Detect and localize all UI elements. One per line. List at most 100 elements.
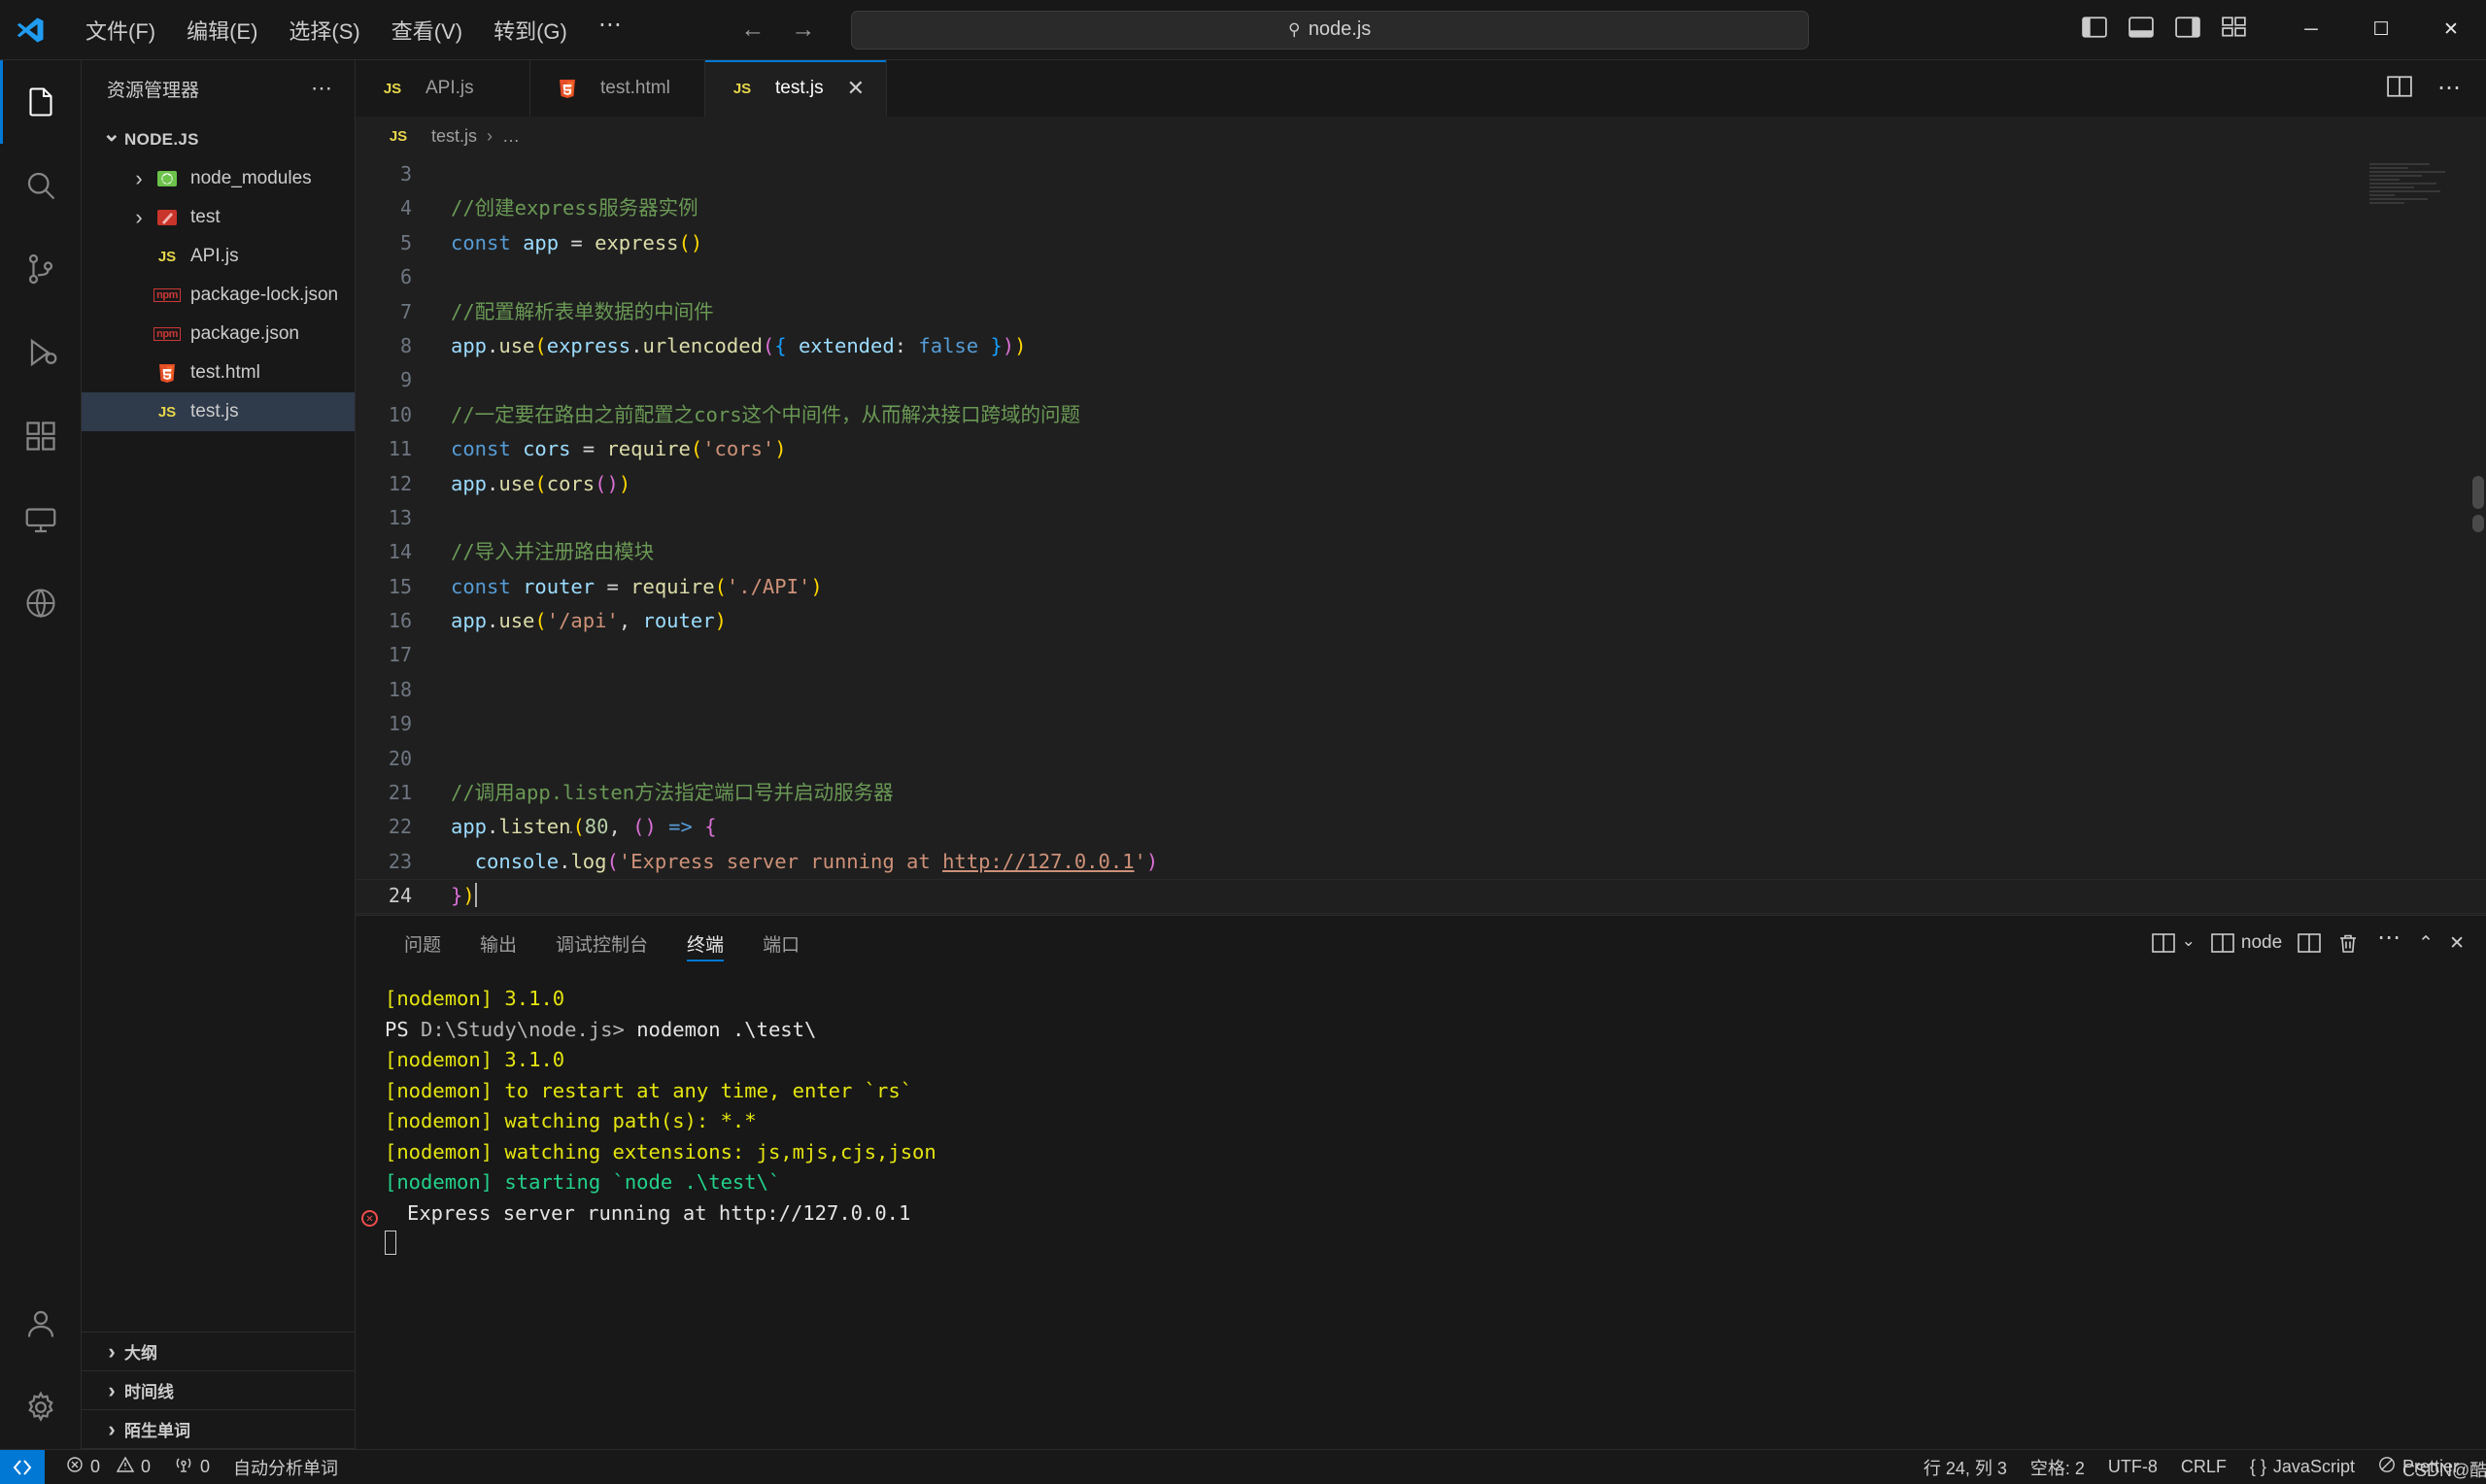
panel-maximize-icon[interactable]: ⌃	[2418, 932, 2434, 955]
panel-tab-problems[interactable]: 问题	[385, 916, 460, 970]
code-line[interactable]: 24})	[356, 879, 2486, 914]
panel-tab-output[interactable]: 输出	[460, 916, 536, 970]
line-number: 20	[388, 746, 412, 770]
activity-search-icon[interactable]	[0, 144, 82, 227]
editor-more-actions-icon[interactable]: ⋯	[2437, 77, 2461, 100]
sidebar-section-timeline[interactable]: 时间线	[82, 1371, 355, 1410]
kill-terminal-button[interactable]	[2336, 932, 2360, 954]
tab-close-icon[interactable]: ✕	[847, 78, 865, 99]
code-line[interactable]: 17	[356, 638, 2486, 672]
breadcrumb-rest[interactable]: …	[502, 126, 520, 147]
code-line[interactable]: 18	[356, 673, 2486, 707]
code-line[interactable]: 9	[356, 363, 2486, 397]
code-line[interactable]: 22 app.listen(80, () => {	[356, 810, 2486, 844]
code-line[interactable]: 19	[356, 707, 2486, 741]
code-line[interactable]: 4 //创建express服务器实例	[356, 191, 2486, 225]
activity-explorer-icon[interactable]	[0, 60, 82, 144]
terminal-output[interactable]: [nodemon] 3.1.0 PS D:\Study\node.js> node…	[356, 970, 2486, 1449]
status-indentation[interactable]: 空格: 2	[2019, 1450, 2096, 1484]
menu-file[interactable]: 文件(F)	[70, 9, 171, 51]
code-line[interactable]: 10 //一定要在路由之前配置之cors这个中间件，从而解决接口跨域的问题	[356, 398, 2486, 432]
forward-arrow-icon[interactable]: →	[791, 16, 816, 44]
activity-source-control-icon[interactable]	[0, 227, 82, 311]
js-icon: JS	[389, 127, 408, 145]
code-line[interactable]: 21 //调用app.listen方法指定端口号并启动服务器	[356, 776, 2486, 810]
minimap[interactable]	[2369, 163, 2470, 229]
code-line[interactable]: 14 //导入并注册路由模块	[356, 535, 2486, 569]
toggle-primary-sidebar-icon[interactable]	[2082, 17, 2107, 43]
editor-scrollbar-thumb[interactable]	[2472, 476, 2484, 509]
status-prettier[interactable]: Prettier CSDN@酷七哦噜~	[2367, 1450, 2486, 1484]
close-button[interactable]: ✕	[2416, 0, 2486, 60]
tree-item-api-js[interactable]: JS API.js	[82, 237, 355, 276]
activity-remote-explorer-icon[interactable]	[0, 478, 82, 561]
panel-tab-ports[interactable]: 端口	[743, 916, 819, 970]
status-word-analysis[interactable]: 自动分析单词	[221, 1450, 350, 1484]
code-line[interactable]: 15 const router = require('./API')	[356, 570, 2486, 604]
breadcrumb-file[interactable]: test.js	[431, 126, 477, 147]
code-line[interactable]: 12 app.use(cors())	[356, 467, 2486, 501]
activity-extensions-icon[interactable]	[0, 394, 82, 478]
panel-tab-debug-console[interactable]: 调试控制台	[536, 916, 667, 970]
activity-accounts-icon[interactable]	[0, 1282, 82, 1366]
customize-layout-icon[interactable]	[2222, 17, 2247, 43]
tree-item-package-json[interactable]: npm package.json	[82, 315, 355, 354]
status-problems[interactable]: 0 0	[54, 1450, 162, 1484]
tab-test-html[interactable]: test.html	[530, 60, 705, 117]
line-number: 10	[388, 402, 412, 426]
code-line[interactable]: 20	[356, 742, 2486, 776]
code-line[interactable]: 8 app.use(express.urlencoded({ extended: …	[356, 329, 2486, 363]
code-line[interactable]: 16 app.use('/api', router)	[356, 604, 2486, 638]
panel-more-actions-icon[interactable]: ⋯	[2375, 927, 2402, 952]
maximize-button[interactable]: ☐	[2346, 0, 2416, 60]
sidebar-section-outline[interactable]: 大纲	[82, 1332, 355, 1371]
activity-run-debug-icon[interactable]	[0, 311, 82, 394]
activity-settings-gear-icon[interactable]	[0, 1366, 82, 1449]
tab-api-js[interactable]: JS API.js	[356, 60, 530, 117]
split-terminal-button[interactable]	[2298, 932, 2321, 954]
code-line[interactable]: 6	[356, 260, 2486, 294]
code-line[interactable]: 11 const cors = require('cors')	[356, 432, 2486, 466]
search-icon: ⚲	[1288, 19, 1301, 39]
tree-item-package-lock-json[interactable]: npm package-lock.json	[82, 276, 355, 315]
menu-view[interactable]: 查看(V)	[376, 9, 478, 51]
sidebar-more-actions-icon[interactable]: ⋯	[311, 76, 333, 101]
tree-item-test-html[interactable]: test.html	[82, 354, 355, 392]
minimize-button[interactable]: ─	[2276, 0, 2346, 60]
code-line[interactable]: 3	[356, 157, 2486, 191]
back-arrow-icon[interactable]: ←	[740, 16, 766, 44]
code-line[interactable]: 13	[356, 501, 2486, 535]
code-line[interactable]: 23 console.log('Express server running a…	[356, 845, 2486, 879]
command-center[interactable]: ⚲ node.js	[850, 10, 1809, 50]
status-encoding[interactable]: UTF-8	[2096, 1450, 2169, 1484]
menu-edit[interactable]: 编辑(E)	[171, 9, 273, 51]
code-editor[interactable]: 3 4//创建express服务器实例 5 const app = express()…	[356, 155, 2486, 915]
tree-item-test[interactable]: test	[82, 198, 355, 237]
split-editor-icon[interactable]	[2387, 75, 2412, 102]
menu-more-icon[interactable]: ⋯	[583, 13, 637, 42]
editor-scrollbar-thumb-2[interactable]	[2472, 515, 2484, 532]
activity-docker-icon[interactable]	[0, 561, 82, 645]
panel-close-icon[interactable]: ✕	[2449, 932, 2465, 955]
code-line[interactable]: 5 const app = express()	[356, 226, 2486, 260]
status-eol[interactable]: CRLF	[2169, 1450, 2238, 1484]
tree-item-node_modules[interactable]: node_modules	[82, 159, 355, 198]
tab-test-js[interactable]: JS test.js ✕	[705, 60, 888, 117]
status-language-mode[interactable]: { } JavaScript	[2238, 1450, 2367, 1484]
code-line[interactable]: 7 //配置解析表单数据的中间件	[356, 295, 2486, 329]
toggle-panel-icon[interactable]	[2128, 17, 2154, 43]
panel-tab-terminal[interactable]: 终端	[667, 916, 743, 970]
sidebar-section-unknown-words[interactable]: 陌生单词	[82, 1410, 355, 1449]
toggle-secondary-sidebar-icon[interactable]	[2175, 17, 2200, 43]
tree-root-nodejs[interactable]: NODE.JS	[82, 120, 355, 159]
split-terminal-dropdown[interactable]: ⌄	[2151, 931, 2196, 954]
menu-go[interactable]: 转到(G)	[478, 9, 583, 51]
remote-window-indicator[interactable]	[0, 1449, 45, 1484]
status-ports[interactable]: 0	[162, 1450, 221, 1484]
terminal-instance-node[interactable]: node	[2211, 932, 2282, 954]
tree-item-test-js[interactable]: JS test.js	[82, 392, 355, 431]
code-token: app	[451, 333, 488, 357]
menu-selection[interactable]: 选择(S)	[273, 9, 375, 51]
status-cursor-position[interactable]: 行 24, 列 3	[1912, 1450, 2019, 1484]
code-token: cors	[546, 471, 596, 495]
